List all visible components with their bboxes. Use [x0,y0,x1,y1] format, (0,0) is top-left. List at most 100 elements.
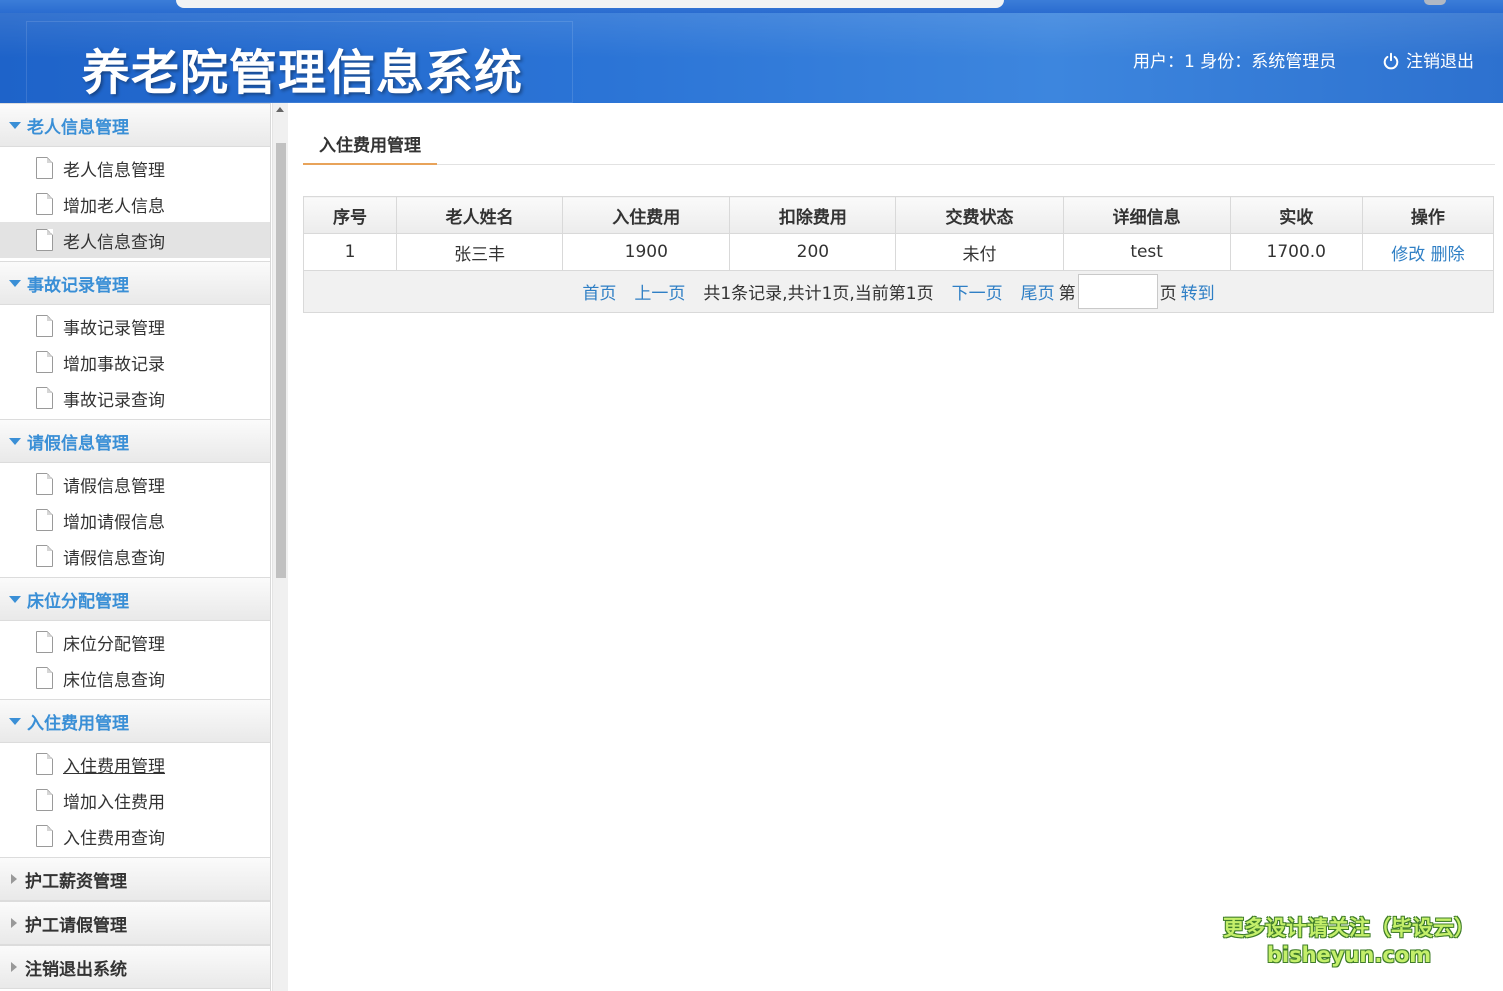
menu-item-elder-add[interactable]: 增加老人信息 [0,186,270,222]
menu-item-label: 入住费用管理 [63,756,165,777]
menu-item-label: 床位信息查询 [63,670,165,691]
menu-item-label: 增加老人信息 [63,196,165,217]
first-page-link[interactable]: 首页 [582,279,616,304]
cell-deduction: 200 [729,233,897,271]
menu-group-fee[interactable]: 入住费用管理 [0,699,270,743]
cell-seq: 1 [302,233,398,271]
menu-group-label: 床位分配管理 [27,591,129,612]
document-icon [36,509,53,531]
menu-group-label: 入住费用管理 [27,713,129,734]
menu-group-accident[interactable]: 事故记录管理 [0,261,270,305]
menu-item-leave-query[interactable]: 请假信息查询 [0,538,270,574]
tab-fee-manage[interactable]: 入住费用管理 [303,127,437,165]
column-header: 扣除费用 [729,196,897,234]
menu-item-leave-add[interactable]: 增加请假信息 [0,502,270,538]
column-header: 序号 [302,196,398,234]
edit-link[interactable]: 修改 [1391,245,1425,265]
cell-fee: 1900 [562,233,731,271]
page-suffix: 页 [1159,284,1177,304]
menu-item-label: 请假信息查询 [63,548,165,569]
column-header: 交费状态 [895,196,1064,234]
expand-arrow-icon [9,595,21,603]
app-header: 养老院管理信息系统 用户：1 身份：系统管理员 注销退出 [0,13,1503,103]
document-icon [36,473,53,495]
expand-arrow-icon [9,279,21,287]
menu-item-fee-manage[interactable]: 入住费用管理 [0,746,270,782]
pager-cell: 首页 上一页 共1条记录,共计1页,当前第1页 下一页 尾页 第 页 转到 [303,270,1494,313]
menu-item-leave-manage[interactable]: 请假信息管理 [0,466,270,502]
menu-item-label: 老人信息管理 [63,160,165,181]
document-icon [36,351,53,373]
logout-label: 注销退出 [1406,52,1474,72]
menu-group-leave[interactable]: 请假信息管理 [0,419,270,463]
menu-item-accident-query[interactable]: 事故记录查询 [0,380,270,416]
column-header: 入住费用 [562,196,731,234]
expand-arrow-icon [9,437,21,445]
menu-item-fee-query[interactable]: 入住费用查询 [0,818,270,854]
scroll-up-icon[interactable] [276,107,284,112]
app-title: 养老院管理信息系统 [82,45,524,101]
menu-item-elder-manage[interactable]: 老人信息管理 [0,150,270,186]
document-icon [36,157,53,179]
document-icon [36,789,53,811]
column-header: 实收 [1229,196,1363,234]
menu-item-elder-query[interactable]: 老人信息查询 [0,222,270,258]
menu-item-label: 老人信息查询 [63,232,165,253]
menu-group-bed[interactable]: 床位分配管理 [0,577,270,621]
collapse-arrow-icon [11,874,17,884]
next-page-link[interactable]: 下一页 [952,279,1003,304]
last-page-link[interactable]: 尾页 [1021,279,1055,304]
page-prefix: 第 [1058,284,1076,304]
watermark: 更多设计请关注（毕设云） bisheyun.com [1218,915,1480,969]
menu-group-label: 护工薪资管理 [25,871,127,892]
menu-item-label: 床位分配管理 [63,634,165,655]
menu-group-label: 事故记录管理 [27,275,129,296]
collapse-arrow-icon [11,962,17,972]
cell-detail: test [1062,233,1231,271]
profile-avatar[interactable] [1424,0,1446,5]
scrollbar-thumb[interactable] [276,143,286,578]
menu-group-nurse-salary[interactable]: 护工薪资管理 [0,857,270,901]
sidebar-menu: 老人信息管理 老人信息管理 增加老人信息 老人信息查询 事故记录管理 事故记录管… [0,103,271,991]
menu-item-bed-query[interactable]: 床位信息查询 [0,660,270,696]
menu-group-label: 护工请假管理 [25,915,127,936]
prev-page-link[interactable]: 上一页 [634,279,685,304]
cell-status: 未付 [895,233,1064,271]
document-icon [36,315,53,337]
document-icon [36,825,53,847]
document-icon [36,667,53,689]
menu-item-accident-manage[interactable]: 事故记录管理 [0,308,270,344]
menu-group-elder-info[interactable]: 老人信息管理 [0,103,270,147]
delete-link[interactable]: 删除 [1431,245,1465,265]
logout-link[interactable]: 注销退出 [1382,47,1474,72]
watermark-line2: bisheyun.com [1266,943,1432,967]
menu-item-label: 事故记录管理 [63,318,165,339]
menu-item-label: 事故记录查询 [63,390,165,411]
menu-item-accident-add[interactable]: 增加事故记录 [0,344,270,380]
menu-group-label: 请假信息管理 [27,433,129,454]
document-icon [36,387,53,409]
menu-item-label: 增加请假信息 [63,512,165,533]
menu-group-nurse-leave[interactable]: 护工请假管理 [0,901,270,945]
column-header: 详细信息 [1062,196,1231,234]
collapse-arrow-icon [11,918,17,928]
menu-item-label: 增加事故记录 [63,354,165,375]
document-icon [36,193,53,215]
document-icon [36,229,53,251]
power-icon [1383,52,1399,69]
sidebar-scrollbar[interactable] [272,103,288,991]
column-header: 老人姓名 [396,196,564,234]
document-icon [36,631,53,653]
pager-summary: 共1条记录,共计1页,当前第1页 [703,284,934,304]
address-bar[interactable] [176,0,1004,8]
menu-item-bed-manage[interactable]: 床位分配管理 [0,624,270,660]
document-icon [36,545,53,567]
menu-item-fee-add[interactable]: 增加入住费用 [0,782,270,818]
table-header-row: 序号 老人姓名 入住费用 扣除费用 交费状态 详细信息 实收 操作 [302,196,1495,234]
main-content: 入住费用管理 序号 老人姓名 入住费用 扣除费用 交费状态 详细信息 实收 操作… [288,103,1503,991]
menu-group-logout[interactable]: 注销退出系统 [0,945,270,989]
goto-page-link[interactable]: 转到 [1181,279,1215,304]
menu-group-label: 老人信息管理 [27,117,129,138]
menu-item-label: 增加入住费用 [63,792,165,813]
page-number-input[interactable] [1077,274,1158,309]
